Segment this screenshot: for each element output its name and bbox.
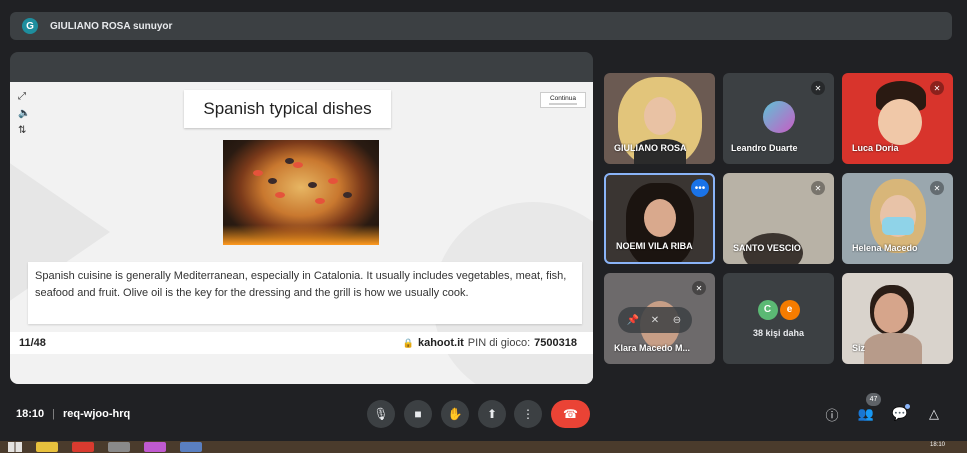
question-counter: 11/48 <box>19 337 46 349</box>
participant-tile[interactable]: ✕ Luca Doria <box>842 73 953 164</box>
mini-avatars: C e <box>757 299 800 320</box>
camera-button[interactable]: ■ <box>404 400 432 428</box>
windows-taskbar: 18:10 <box>0 441 967 453</box>
leave-call-button[interactable]: ☎ <box>551 400 590 428</box>
participant-tile[interactable]: GIULIANO ROSA <box>604 73 715 164</box>
settings-sliders-icon[interactable]: ⇅ <box>18 124 30 137</box>
slide-body-text: Spanish cuisine is generally Mediterrane… <box>28 262 582 324</box>
more-options-button[interactable]: ⋮ <box>514 400 542 428</box>
raise-hand-button[interactable]: ✋ <box>441 400 469 428</box>
taskbar-clock: 18:10 <box>929 442 945 448</box>
meet-window: G GIULIANO ROSA sunuyor ⤢ 🔈 ⇅ Spanish ty… <box>0 0 967 453</box>
avatar <box>763 101 795 133</box>
slide-controls: ⤢ 🔈 ⇅ <box>18 90 30 137</box>
hang-up-icon: ☎ <box>563 407 578 421</box>
taskbar-app-icon[interactable] <box>180 442 202 452</box>
participant-tile[interactable]: ✕ 📌 ✕ ⊖ Klara Macedo M... <box>604 273 715 364</box>
mic-off-icon: ✕ <box>930 181 944 195</box>
more-participants-tile[interactable]: C e 38 kişi daha <box>723 273 834 364</box>
kahoot-slide: ⤢ 🔈 ⇅ Spanish typical dishes Continua Sp… <box>10 82 593 384</box>
more-people-label: 38 kişi daha <box>752 327 805 338</box>
mic-off-icon: ✕ <box>811 181 825 195</box>
self-tile[interactable]: Siz <box>842 273 953 364</box>
chrome-icon[interactable] <box>72 442 94 452</box>
avatar: C <box>757 299 778 320</box>
meeting-details-icon[interactable]: ⓘ <box>822 404 842 424</box>
participant-name: Siz <box>852 343 866 353</box>
taskbar-app-icon[interactable] <box>144 442 166 452</box>
mic-off-icon: ✕ <box>692 281 706 295</box>
kahoot-site: kahoot.it <box>417 337 464 349</box>
participant-count-badge: 47 <box>866 393 881 406</box>
clock: 18:10 <box>16 408 45 420</box>
participant-tile-active[interactable]: ••• NOEMI VILA RIBA <box>604 173 715 264</box>
participant-tile[interactable]: ✕ Leandro Duarte <box>723 73 834 164</box>
slide-title: Spanish typical dishes <box>184 90 391 128</box>
participant-name: Klara Macedo M... <box>614 343 691 353</box>
pin-icon[interactable]: 📌 <box>622 310 644 330</box>
participant-name: Leandro Duarte <box>731 143 798 153</box>
participant-tile[interactable]: ✕ SANTO VESCIO <box>723 173 834 264</box>
microphone-button[interactable]: 🎙 <box>367 400 395 428</box>
game-pin: 7500318 <box>534 337 577 349</box>
more-vert-icon: ⋮ <box>522 407 534 421</box>
meeting-code[interactable]: req-wjoo-hrq <box>63 408 130 420</box>
file-explorer-icon[interactable] <box>36 442 58 452</box>
hand-icon: ✋ <box>447 407 463 421</box>
microphone-icon: 🎙 <box>373 407 389 421</box>
bottom-bar: 18:10 | req-wjoo-hrq 🎙 ■ ✋ ⬆ ⋮ ☎ ⓘ 👥 💬 △ <box>0 392 967 436</box>
participant-name: NOEMI VILA RIBA <box>616 241 693 251</box>
shared-screen: ⤢ 🔈 ⇅ Spanish typical dishes Continua Sp… <box>10 52 593 384</box>
participant-name: SANTO VESCIO <box>733 243 801 253</box>
meeting-info: 18:10 | req-wjoo-hrq <box>16 408 130 420</box>
remove-icon[interactable]: ⊖ <box>666 310 688 330</box>
lock-icon: 🔒 <box>402 337 414 348</box>
camera-icon: ■ <box>414 407 422 421</box>
taskbar-app-icon[interactable] <box>108 442 130 452</box>
pin-label: PIN di gioco: <box>467 337 531 349</box>
pin-info: 🔒 kahoot.it PIN di gioco: 7500318 <box>403 337 577 349</box>
participant-name: GIULIANO ROSA <box>614 143 687 153</box>
paella-image <box>223 140 379 245</box>
participant-name: Luca Doria <box>852 143 899 153</box>
present-button[interactable]: ⬆ <box>478 400 506 428</box>
mute-icon[interactable]: ✕ <box>644 310 666 330</box>
mic-off-icon: ✕ <box>930 81 944 95</box>
tile-hover-controls: 📌 ✕ ⊖ <box>618 307 692 333</box>
continue-button[interactable]: Continua <box>540 92 586 108</box>
participant-name: Helena Macedo <box>852 243 918 253</box>
presenter-bar: G GIULIANO ROSA sunuyor <box>10 12 952 40</box>
people-icon[interactable]: 👥 <box>856 404 876 424</box>
volume-icon[interactable]: 🔈 <box>18 107 30 120</box>
present-screen-icon: ⬆ <box>486 407 498 421</box>
slide-footer: 11/48 🔒 kahoot.it PIN di gioco: 7500318 <box>10 332 593 354</box>
mic-off-icon: ✕ <box>811 81 825 95</box>
more-options-icon[interactable]: ••• <box>691 179 709 197</box>
fullscreen-icon[interactable]: ⤢ <box>18 90 30 103</box>
avatar: e <box>779 299 800 320</box>
participant-tile[interactable]: ✕ Helena Macedo <box>842 173 953 264</box>
chat-notification-dot <box>905 404 910 409</box>
windows-start-icon[interactable] <box>8 442 22 452</box>
presenter-text: GIULIANO ROSA sunuyor <box>50 20 173 32</box>
separator: | <box>52 408 55 420</box>
presenter-avatar: G <box>22 18 38 34</box>
activities-icon[interactable]: △ <box>924 404 944 424</box>
